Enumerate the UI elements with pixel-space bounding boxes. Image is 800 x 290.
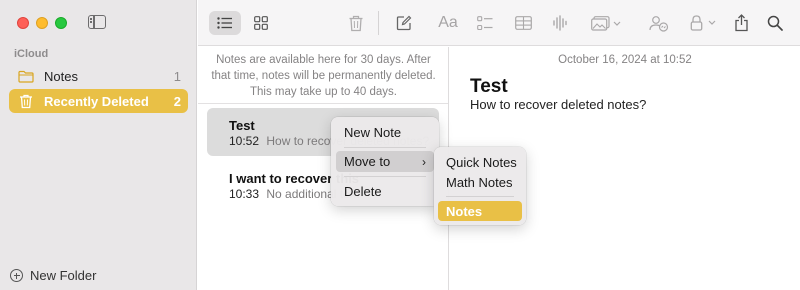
audio-icon[interactable] — [550, 11, 570, 35]
sidebar-section-label: iCloud — [14, 48, 49, 60]
note-date: October 16, 2024 at 10:52 — [558, 54, 692, 66]
sidebar-item-notes[interactable]: Notes 1 — [9, 64, 188, 88]
toolbar-divider — [378, 11, 379, 35]
trash-icon[interactable] — [346, 11, 366, 35]
sidebar-item-label: Notes — [44, 68, 78, 84]
divider — [198, 103, 448, 104]
menu-item-new-note[interactable]: New Note — [336, 122, 434, 143]
menu-item-move-to[interactable]: Move to › — [336, 151, 434, 172]
sidebar-toggle-icon[interactable] — [88, 15, 106, 29]
share-icon[interactable] — [731, 11, 751, 35]
submenu-item-notes[interactable]: Notes — [438, 201, 522, 221]
note-title: Test — [229, 118, 255, 133]
new-folder-label: New Folder — [30, 268, 97, 283]
gallery-view-icon[interactable] — [250, 11, 272, 35]
sidebar-item-count: 1 — [173, 68, 181, 84]
search-icon[interactable] — [765, 11, 785, 35]
deleted-notice: Notes are available here for 30 days. Af… — [211, 54, 436, 98]
sidebar-item-recently-deleted[interactable]: Recently Deleted 2 — [9, 89, 188, 113]
new-folder-button[interactable]: New Folder — [10, 268, 96, 283]
lock-icon[interactable] — [688, 11, 718, 35]
note-time: 10:33 — [229, 187, 260, 201]
collaborate-icon[interactable] — [648, 11, 670, 35]
format-icon[interactable]: Aa — [436, 11, 460, 35]
zoom-window-button[interactable] — [55, 17, 67, 29]
menu-item-delete[interactable]: Delete — [336, 181, 434, 202]
menu-item-label: Move to — [344, 154, 391, 169]
sidebar-item-label: Recently Deleted — [44, 93, 149, 109]
compose-icon[interactable] — [394, 11, 414, 35]
notes-window: iCloud Notes 1 Recently Deleted 2 New Fo… — [0, 0, 800, 290]
move-to-submenu: Quick Notes Math Notes Notes — [434, 147, 526, 225]
folder-icon — [17, 69, 35, 83]
menu-separator — [446, 196, 514, 197]
table-icon[interactable] — [513, 11, 533, 35]
menu-separator — [344, 147, 426, 148]
plus-circle-icon — [10, 269, 23, 282]
sidebar-item-count: 2 — [173, 93, 181, 109]
menu-separator — [344, 176, 426, 177]
note-heading[interactable]: Test — [470, 76, 508, 98]
context-menu: New Note Move to › Delete — [331, 117, 439, 206]
close-window-button[interactable] — [17, 17, 29, 29]
note-time: 10:52 — [229, 134, 260, 148]
list-view-icon[interactable] — [209, 11, 241, 35]
media-icon[interactable] — [588, 11, 624, 35]
toolbar: Aa — [198, 0, 800, 46]
minimize-window-button[interactable] — [36, 17, 48, 29]
trash-icon — [17, 94, 35, 108]
note-body[interactable]: How to recover deleted notes? — [470, 97, 646, 112]
checklist-icon[interactable] — [475, 11, 495, 35]
chevron-right-icon: › — [422, 155, 426, 169]
sidebar: iCloud Notes 1 Recently Deleted 2 New Fo… — [0, 0, 197, 290]
submenu-item-quick-notes[interactable]: Quick Notes — [438, 152, 522, 172]
submenu-item-math-notes[interactable]: Math Notes — [438, 172, 522, 192]
